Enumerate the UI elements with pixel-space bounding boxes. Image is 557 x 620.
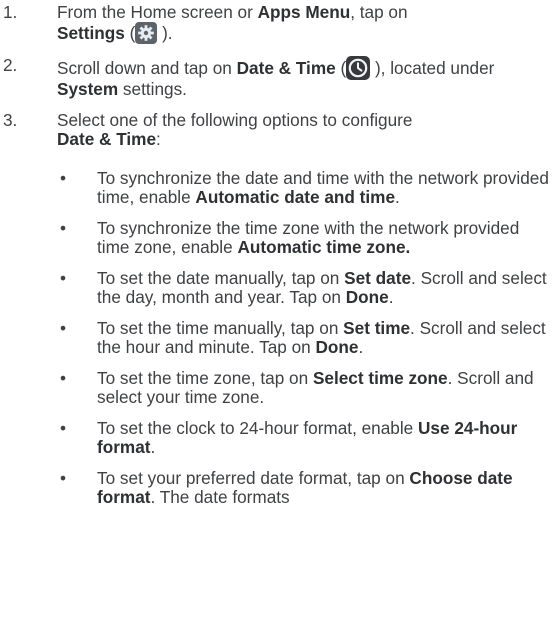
step-text: Scroll down and tap on	[57, 58, 237, 78]
step-text: settings.	[118, 79, 187, 99]
date-time-label: Date & Time	[236, 58, 336, 78]
bullet-text: To set the time zone, tap on	[97, 368, 313, 388]
select-time-zone-label: Select time zone	[312, 368, 448, 388]
step-number: 3.	[3, 110, 18, 130]
bullet-text: To set the time manually, tap on	[97, 318, 344, 338]
bullet-text: To set the clock to 24-hour format, enab…	[97, 418, 419, 438]
step-text: ), located under	[370, 58, 495, 78]
automatic-time-zone-label: Automatic time zone.	[237, 237, 411, 257]
step-text: , tap on	[350, 2, 408, 22]
gear-icon	[135, 22, 158, 44]
set-date-label: Set date	[344, 268, 412, 288]
bullet-text: To set your preferred date format, tap o…	[97, 468, 410, 488]
bullet-text: .	[395, 187, 400, 207]
bullet-dot: •	[60, 418, 67, 438]
bullet-dot: •	[60, 368, 67, 388]
option-set-time: • To set the time manually, tap on Set t…	[0, 319, 557, 357]
automatic-date-time-label: Automatic date and time	[195, 187, 396, 207]
bullet-dot: •	[60, 468, 67, 488]
bullet-dot: •	[60, 268, 67, 288]
settings-label: Settings	[57, 23, 125, 43]
step-number: 2.	[3, 55, 18, 75]
system-label: System	[57, 79, 119, 99]
date-time-label: Date & Time	[57, 129, 157, 149]
done-label: Done	[345, 287, 389, 307]
done-label: Done	[315, 337, 359, 357]
step-1: 1. From the Home screen or Apps Menu, ta…	[0, 3, 557, 44]
step-text: (	[335, 58, 347, 78]
bullet-text: . The date formats	[150, 487, 290, 507]
option-set-date: • To set the date manually, tap on Set d…	[0, 269, 557, 307]
bullet-text: .	[388, 287, 394, 307]
step-text: (	[124, 23, 136, 43]
step-number: 1.	[3, 2, 18, 22]
bullet-text: .	[358, 337, 364, 357]
set-time-label: Set time	[343, 318, 411, 338]
option-select-time-zone: • To set the time zone, tap on Select ti…	[0, 369, 557, 407]
bullet-text: To set the date manually, tap on	[97, 268, 345, 288]
step-2: 2. Scroll down and tap on Date & Time ( …	[0, 56, 557, 99]
bullet-dot: •	[60, 218, 67, 238]
option-automatic-time-zone: • To synchronize the time zone with the …	[0, 219, 557, 257]
option-date-format: • To set your preferred date format, tap…	[0, 469, 557, 507]
option-automatic-date-time: • To synchronize the date and time with …	[0, 169, 557, 207]
option-24-hour-format: • To set the clock to 24-hour format, en…	[0, 419, 557, 457]
apps-menu-label: Apps Menu	[257, 2, 351, 22]
bullet-text: .	[150, 437, 156, 457]
bullet-dot: •	[60, 168, 67, 188]
bullet-dot: •	[60, 318, 67, 338]
clock-icon	[346, 56, 371, 80]
step-text: From the Home screen or	[57, 2, 258, 22]
step-text: ).	[157, 23, 173, 43]
step-text: :	[156, 129, 161, 149]
step-3: 3. Select one of the following options t…	[0, 111, 557, 149]
step-text: Select one of the following options to c…	[57, 110, 413, 130]
instruction-document: 1. From the Home screen or Apps Menu, ta…	[0, 0, 557, 507]
